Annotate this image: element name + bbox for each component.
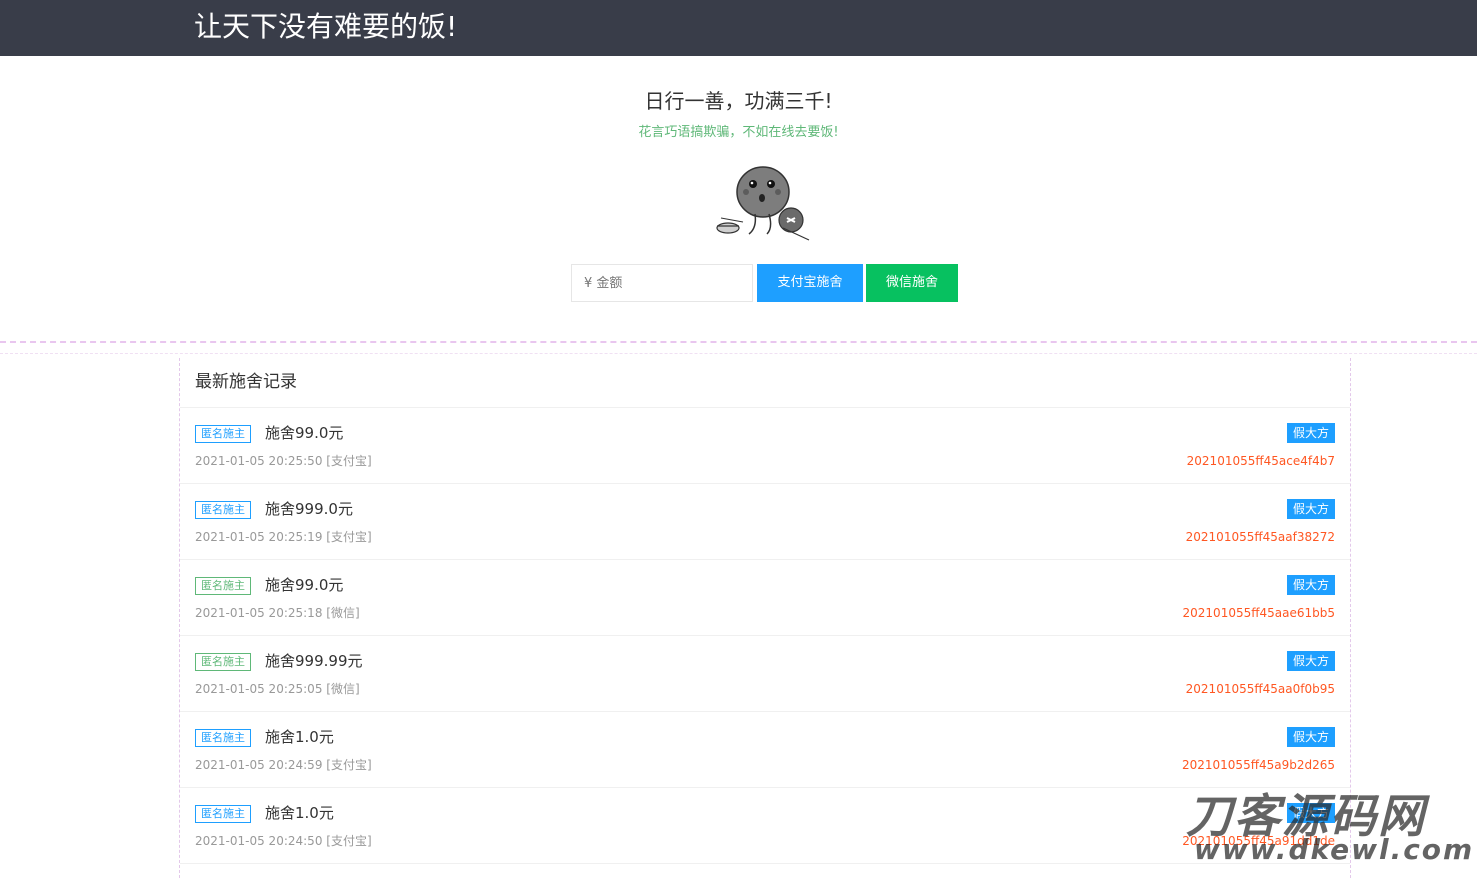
record-row: 匿名施主 施舍999.99元 2021-01-05 20:25:05 [微信] 假大方… <box>180 636 1350 712</box>
amount-input[interactable] <box>571 264 753 302</box>
generous-badge: 假大方 <box>1286 651 1335 671</box>
donation-amount: 施舍99.0元 <box>265 576 344 594</box>
record-row: 匿名施主 施舍1.0元 2021-01-05 20:24:50 [支付宝] 假大方 20… <box>180 788 1350 864</box>
donation-amount: 施舍1.0元 <box>265 804 334 822</box>
donor-tag: 匿名施主 <box>195 577 251 595</box>
donation-amount: 施舍99.0元 <box>265 424 344 442</box>
beggar-emoji-icon <box>716 166 810 241</box>
donation-time: 2021-01-05 20:25:50 [支付宝] <box>195 454 372 468</box>
wechat-donate-button[interactable]: 微信施舍 <box>866 264 958 302</box>
donor-tag: 匿名施主 <box>195 729 251 747</box>
site-title: 让天下没有难要的饭! <box>194 10 458 43</box>
record-row: 匿名施主 施舍1.0元 2021-01-05 20:24:59 [支付宝] 假大方 20… <box>180 712 1350 788</box>
order-number: 202101055ff45ace4f4b7 <box>1186 454 1335 468</box>
donation-time: 2021-01-05 20:24:50 [支付宝] <box>195 834 372 848</box>
hero-subslogan: 花言巧语搞欺骗，不如在线去要饭! <box>638 125 839 140</box>
donation-amount: 施舍1.0元 <box>265 728 334 746</box>
order-number: 202101055ff45a9b2d265 <box>1181 758 1335 772</box>
record-row: 匿名施主 施舍999.0元 2021-01-05 20:25:19 [支付宝] 假大方… <box>180 484 1350 560</box>
records-title: 最新施舍记录 <box>180 358 1350 408</box>
generous-badge: 假大方 <box>1286 499 1335 519</box>
donation-time: 2021-01-05 20:24:59 [支付宝] <box>195 758 372 772</box>
donation-amount: 施舍999.99元 <box>265 652 363 670</box>
donor-tag: 匿名施主 <box>195 501 251 519</box>
donation-time: 2021-01-05 20:25:05 [微信] <box>195 682 360 696</box>
record-row: 匿名施主 施舍99.0元 2021-01-05 20:25:50 [支付宝] 假大方 2… <box>180 408 1350 484</box>
donation-time: 2021-01-05 20:25:19 [支付宝] <box>195 530 372 544</box>
order-number: 202101055ff45aa0f0b95 <box>1185 682 1335 696</box>
generous-badge: 假大方 <box>1286 803 1335 823</box>
order-number: 202101055ff45aaf38272 <box>1185 530 1335 544</box>
record-row: 匿名施主 施舍99.0元 2021-01-05 20:25:18 [微信] 假大方 20… <box>180 560 1350 636</box>
section-divider <box>0 341 1477 343</box>
hero-slogan: 日行一善，功满三千! <box>644 89 833 113</box>
donation-time: 2021-01-05 20:25:18 [微信] <box>195 606 360 620</box>
section-divider-secondary <box>0 353 1477 354</box>
order-number: 202101055ff45aae61bb5 <box>1182 606 1335 620</box>
records-list: 匿名施主 施舍99.0元 2021-01-05 20:25:50 [支付宝] 假大方 2… <box>180 408 1350 864</box>
donation-amount: 施舍999.0元 <box>265 500 353 518</box>
donor-tag: 匿名施主 <box>195 653 251 671</box>
top-navbar: 让天下没有难要的饭! <box>0 0 1477 56</box>
donor-tag: 匿名施主 <box>195 425 251 443</box>
generous-badge: 假大方 <box>1286 423 1335 443</box>
hero-section: 日行一善，功满三千! 花言巧语搞欺骗，不如在线去要饭! 支付宝施舍 微信施舍 <box>0 56 1477 342</box>
alipay-donate-button[interactable]: 支付宝施舍 <box>757 264 863 302</box>
donor-tag: 匿名施主 <box>195 805 251 823</box>
order-number: 202101055ff45a91dd1de <box>1182 834 1335 848</box>
generous-badge: 假大方 <box>1286 727 1335 747</box>
generous-badge: 假大方 <box>1286 575 1335 595</box>
donation-records-panel: 最新施舍记录 匿名施主 施舍99.0元 2021-01-05 20:25:50 [支… <box>179 358 1351 878</box>
